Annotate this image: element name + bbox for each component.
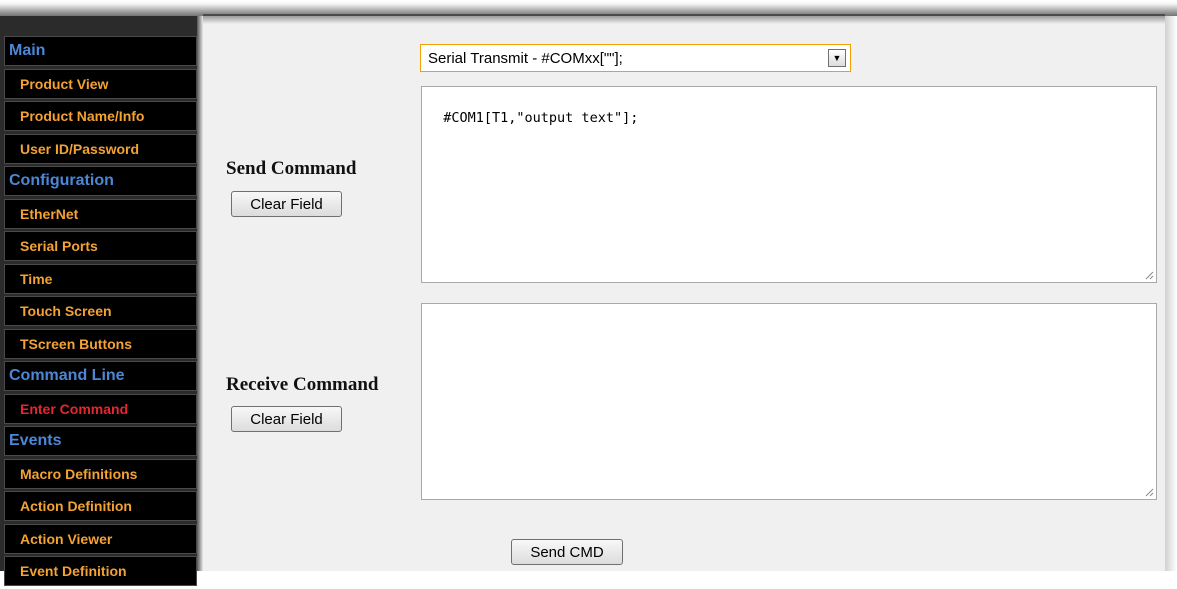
sidebar-item-label: Action Viewer [20,530,113,547]
sidebar-item-label: Product Name/Info [20,108,145,124]
send-cmd-button[interactable]: Send CMD [511,539,623,565]
content-top-shade [203,14,1165,24]
receive-command-textarea[interactable] [421,303,1157,500]
sidebar-item-label: TScreen Buttons [20,335,133,352]
sidebar-section-main: Main [4,36,197,66]
sidebar-item-label: Enter Command [20,400,129,417]
sidebar-item-product-view[interactable]: Product View [4,68,197,99]
sidebar-item-label: Product View [20,75,109,92]
receive-clear-field-button[interactable]: Clear Field [231,406,342,432]
window-right-edge [1165,16,1177,571]
sidebar-item-label: Time [20,270,53,287]
resize-grip-icon[interactable] [1144,270,1154,280]
chevron-down-icon[interactable]: ▼ [828,49,846,67]
sidebar-section-label: Command Line [9,367,125,384]
sidebar-section-label: Configuration [9,172,114,189]
sidebar-item-label: User ID/Password [20,140,140,157]
sidebar-item-time[interactable]: Time [4,263,197,294]
sidebar-item-label: Touch Screen [20,303,112,319]
sidebar-item-action-definition[interactable]: Action Definition [4,491,197,521]
sidebar-section-events: Events [4,426,197,456]
sidebar-item-event-definition[interactable]: Event Definition [4,556,197,586]
command-type-select[interactable]: Serial Transmit - #COMxx[""]; ▼ [420,44,851,72]
sidebar-item-ethernet[interactable]: EtherNet [4,198,197,229]
sidebar-item-label: Serial Ports [20,238,98,254]
sidebar-item-action-viewer[interactable]: Action Viewer [4,523,197,554]
sidebar-item-label: Macro Definitions [20,465,138,482]
receive-command-label: Receive Command [226,374,379,395]
command-type-select-value: Serial Transmit - #COMxx[""]; [428,49,623,67]
sidebar-section-configuration: Configuration [4,166,197,196]
sidebar-item-label: Action Definition [20,498,132,514]
sidebar-item-enter-command[interactable]: Enter Command [4,393,197,424]
send-command-textarea[interactable]: #COM1[T1,"output text"]; [421,86,1157,283]
sidebar: Main Product View Product Name/Info User ID… [0,16,203,586]
sidebar-item-user-id-password[interactable]: User ID/Password [4,133,197,164]
sidebar-section-command-line: Command Line [4,361,197,391]
sidebar-section-label: Events [9,432,62,449]
send-command-text: #COM1[T1,"output text"]; [443,110,639,126]
sidebar-item-touch-screen[interactable]: Touch Screen [4,296,197,326]
sidebar-section-label: Main [9,42,46,59]
sidebar-item-tscreen-buttons[interactable]: TScreen Buttons [4,328,197,359]
sidebar-nav: Main Product View Product Name/Info User ID… [4,36,197,589]
send-clear-field-button[interactable]: Clear Field [231,191,342,217]
sidebar-item-macro-definitions[interactable]: Macro Definitions [4,458,197,489]
sidebar-item-label: EtherNet [20,205,79,222]
send-command-label: Send Command [226,158,357,179]
sidebar-item-product-name-info[interactable]: Product Name/Info [4,101,197,131]
resize-grip-icon[interactable] [1144,487,1154,497]
sidebar-item-serial-ports[interactable]: Serial Ports [4,231,197,261]
sidebar-item-label: Event Definition [20,563,127,579]
